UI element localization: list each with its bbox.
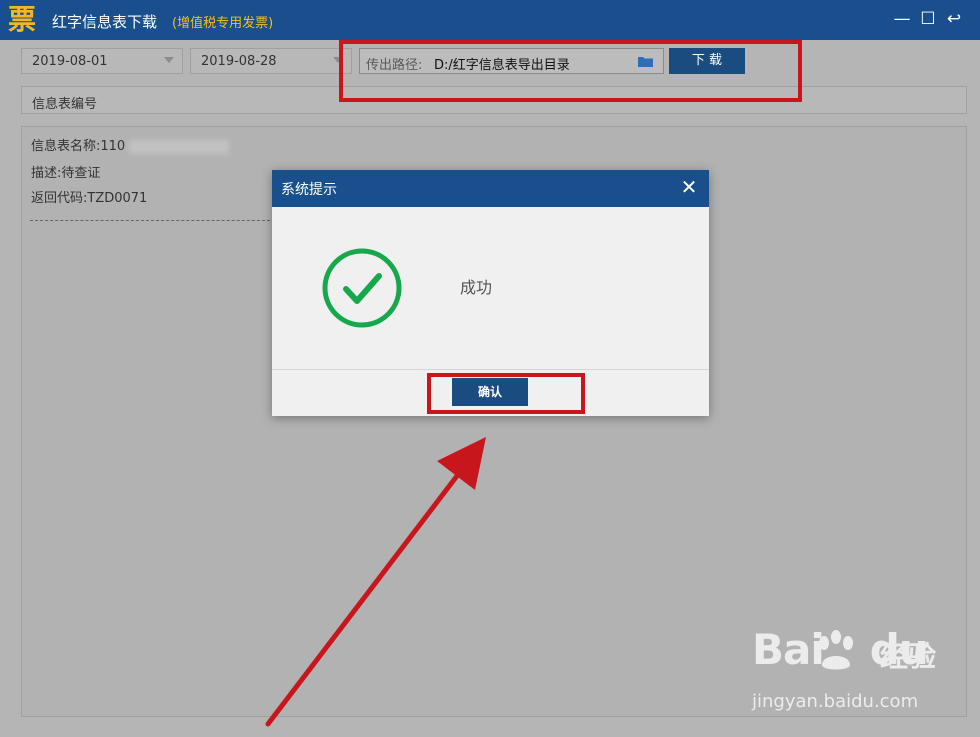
restore-button[interactable]: ↩ xyxy=(944,8,964,30)
minimize-button[interactable]: — xyxy=(892,8,912,30)
dialog-title: 系统提示 xyxy=(281,182,337,198)
start-date-picker[interactable]: 2019-08-01 xyxy=(21,48,183,74)
chevron-down-icon xyxy=(164,57,174,63)
return-code-label: 返回代码: xyxy=(31,191,88,206)
dialog-header: 系统提示 ✕ xyxy=(272,170,709,207)
end-date-picker[interactable]: 2019-08-28 xyxy=(190,48,352,74)
redacted-value xyxy=(129,139,230,154)
description-line: 描述:待查证 xyxy=(31,162,100,181)
maximize-button[interactable]: ☐ xyxy=(918,8,938,30)
info-name-line: 信息表名称:110 xyxy=(31,135,230,154)
app-title: 红字信息表下载 xyxy=(52,13,158,31)
info-name-value: 110 xyxy=(100,139,126,154)
return-code-value: TZD0071 xyxy=(87,191,148,206)
info-name-label: 信息表名称: xyxy=(31,139,101,154)
check-circle-icon xyxy=(322,248,402,328)
app-logo-icon: 票 xyxy=(8,3,37,36)
baidu-watermark: Bai du 经验 jingyan.baidu.com xyxy=(752,625,952,720)
dialog-divider xyxy=(272,369,709,370)
title-bar: 票 红字信息表下载 (增值税专用发票) — ☐ ↩ xyxy=(0,0,980,40)
return-code-line: 返回代码:TZD0071 xyxy=(31,187,147,206)
annotation-box-confirm xyxy=(427,373,585,414)
dialog-message: 成功 xyxy=(460,278,493,297)
watermark-url: jingyan.baidu.com xyxy=(752,691,919,712)
start-date-value: 2019-08-01 xyxy=(32,54,108,69)
divider xyxy=(30,220,275,221)
close-icon[interactable]: ✕ xyxy=(679,176,699,198)
end-date-value: 2019-08-28 xyxy=(201,54,277,69)
description-value: 待查证 xyxy=(61,166,101,181)
app-subtitle: (增值税专用发票) xyxy=(172,16,274,31)
annotation-box-path xyxy=(339,40,802,102)
watermark-suffix: 经验 xyxy=(880,640,937,673)
paw-icon xyxy=(819,630,853,670)
description-label: 描述: xyxy=(31,166,62,181)
